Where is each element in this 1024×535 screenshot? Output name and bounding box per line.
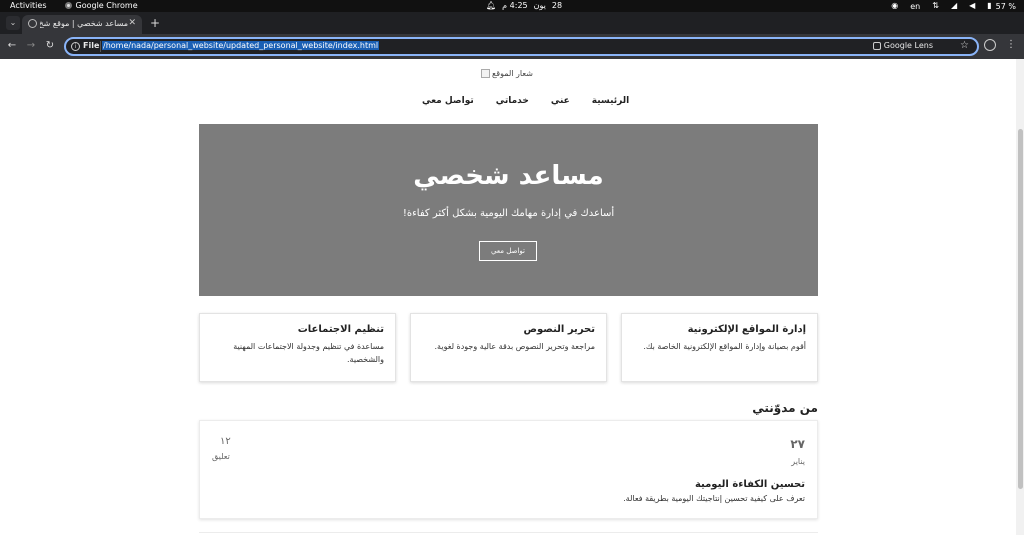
info-icon[interactable]: i (71, 42, 80, 51)
google-lens-button[interactable]: Google Lens (872, 41, 933, 50)
nav-home[interactable]: الرئيسية (592, 96, 629, 106)
close-icon[interactable]: ✕ (128, 18, 136, 28)
chrome-icon (64, 2, 72, 9)
nav-contact[interactable]: تواصل معي (422, 96, 474, 106)
reload-button[interactable]: ↻ (43, 39, 57, 53)
hero-section: مساعد شخصي أساعدك في إدارة مهامك اليومية… (199, 124, 818, 296)
blog-heading: من مدوّنتي (752, 401, 818, 415)
back-button[interactable]: ← (5, 39, 19, 53)
url-scheme: File (83, 41, 100, 50)
accessibility-icon[interactable]: ◉ (891, 1, 898, 11)
globe-icon (28, 19, 37, 28)
address-bar[interactable]: i File /home/nada/personal_website/updat… (64, 37, 979, 56)
service-desc: مراجعة وتحرير النصوص بدقة عالية وجودة لغ… (434, 342, 595, 351)
url-text[interactable]: /home/nada/personal_website/updated_pers… (102, 41, 380, 50)
system-top-bar: Activities Google Chrome 28 يون 4:25 م 🔔… (0, 0, 1024, 12)
service-card: تنظيم الاجتماعات مساعدة في تنظيم وجدولة … (199, 313, 396, 382)
post-day: ٢٧ (790, 437, 805, 451)
keyboard-layout[interactable]: en (910, 2, 920, 11)
service-title: تحرير النصوص (523, 324, 595, 335)
logo-alt-text: شعار الموقع (492, 69, 533, 78)
app-name: Google Chrome (75, 1, 138, 10)
service-card: إدارة المواقع الإلكترونية أقوم بصيانة وإ… (621, 313, 818, 382)
site-logo[interactable]: شعار الموقع (481, 69, 533, 78)
tab-strip: ⌄ مساعد شخصي | موقع شخ ✕ + (0, 12, 1024, 34)
forward-button[interactable]: → (24, 39, 38, 53)
blog-post-card[interactable]: ٢٧ يناير ١٢ تعليق تحسين الكفاءة اليومية … (199, 420, 818, 519)
services-section: إدارة المواقع الإلكترونية أقوم بصيانة وإ… (199, 313, 818, 383)
menu-icon[interactable]: ⋮ (1006, 39, 1016, 51)
activities-button[interactable]: Activities (10, 1, 47, 10)
hero-title: مساعد شخصي (413, 161, 604, 191)
contact-button[interactable]: تواصل معي (479, 241, 537, 261)
app-menu[interactable]: Google Chrome (64, 1, 138, 10)
battery-icon: ▮ (987, 1, 992, 10)
divider (100, 41, 101, 52)
network-icon[interactable]: ⇅ (932, 1, 939, 11)
clock-time: 4:25 م (502, 1, 528, 10)
bookmark-star-icon[interactable]: ☆ (960, 40, 969, 51)
profile-icon[interactable] (984, 39, 996, 51)
service-card: تحرير النصوص مراجعة وتحرير النصوص بدقة ع… (410, 313, 607, 382)
lens-icon (872, 41, 881, 50)
page-scrollbar[interactable] (1016, 59, 1024, 535)
comments-count: ١٢ (220, 436, 231, 447)
service-title: تنظيم الاجتماعات (297, 324, 384, 335)
browser-toolbar: ← → ↻ i File /home/nada/personal_website… (0, 34, 1024, 59)
hero-subtitle: أساعدك في إدارة مهامك اليومية بشكل أكثر … (402, 208, 615, 219)
web-page: شعار الموقع الرئيسية عني خدماتي تواصل مع… (0, 59, 1016, 535)
battery-indicator[interactable]: ▮ 57 % (987, 1, 1016, 11)
wifi-icon[interactable]: ◢ (951, 1, 957, 11)
battery-percent: 57 % (995, 1, 1016, 11)
tab-title: مساعد شخصي | موقع شخ (40, 19, 128, 28)
broken-image-icon (481, 69, 490, 78)
service-desc: مساعدة في تنظيم وجدولة الاجتماعات المهني… (233, 342, 384, 364)
new-tab-button[interactable]: + (150, 17, 160, 29)
nav-services[interactable]: خدماتي (496, 96, 529, 106)
clock-day: 28 (551, 1, 563, 10)
nav-about[interactable]: عني (551, 96, 570, 106)
post-month: يناير (791, 457, 805, 466)
post-title[interactable]: تحسين الكفاءة اليومية (695, 479, 805, 490)
volume-icon[interactable]: ◀ (969, 1, 975, 11)
service-title: إدارة المواقع الإلكترونية (687, 324, 806, 335)
tab-search-button[interactable]: ⌄ (6, 16, 20, 30)
bell-icon: 🔔︎ (486, 1, 497, 10)
clock[interactable]: 28 يون 4:25 م 🔔︎ (486, 1, 562, 11)
main-nav: الرئيسية عني خدماتي تواصل معي (422, 96, 629, 106)
service-desc: أقوم بصيانة وإدارة المواقع الإلكترونية ا… (643, 342, 806, 351)
clock-month: يون (533, 1, 546, 10)
tab-active[interactable]: مساعد شخصي | موقع شخ ✕ (22, 15, 142, 34)
post-excerpt: تعرف على كيفية تحسين إنتاجيتك اليومية بط… (623, 494, 805, 503)
scroll-thumb[interactable] (1018, 129, 1023, 489)
comments-label: تعليق (212, 452, 230, 461)
lens-label: Google Lens (883, 41, 933, 50)
